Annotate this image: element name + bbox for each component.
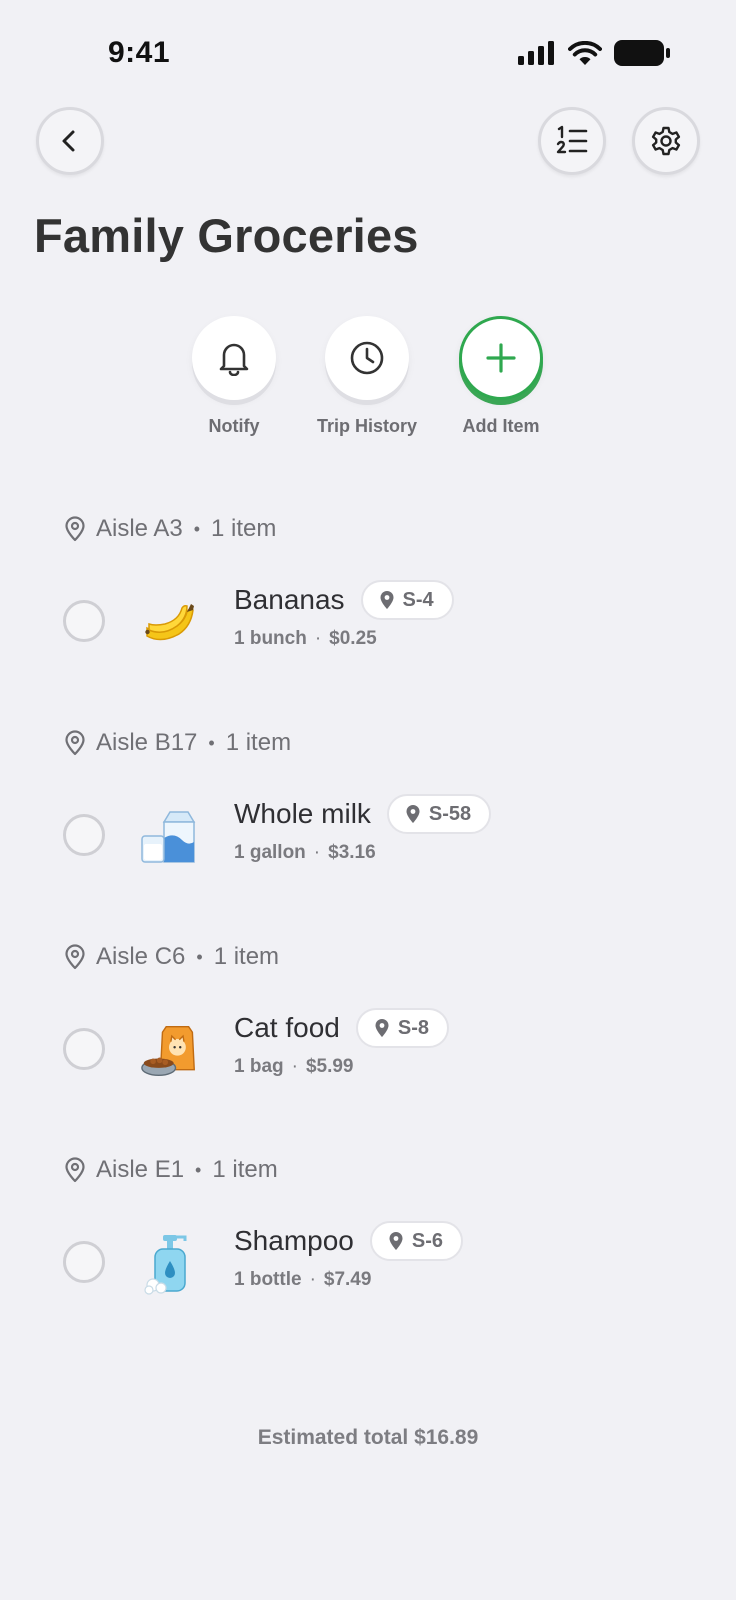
location-pin-icon <box>375 1019 389 1037</box>
list-item[interactable]: Whole milk S-58 1 gallon · $3.16 <box>0 788 736 878</box>
item-quantity: 1 bag <box>234 1056 284 1077</box>
separator-dot: • <box>195 1159 202 1180</box>
back-button[interactable] <box>36 107 104 175</box>
notify-action[interactable]: Notify <box>169 316 299 437</box>
item-checkbox[interactable] <box>63 814 105 856</box>
add-item-action[interactable]: Add Item <box>436 316 566 437</box>
clock-icon <box>350 341 384 375</box>
location-pin-icon <box>65 516 85 542</box>
shelf-label: S-6 <box>411 1229 443 1252</box>
trip-history-label: Trip History <box>316 416 418 436</box>
status-icons <box>518 40 670 66</box>
location-pin-icon <box>406 805 420 823</box>
settings-button[interactable] <box>632 107 700 175</box>
plus-icon <box>486 343 516 373</box>
separator-dot: · <box>313 842 321 863</box>
item-quantity: 1 bunch <box>234 628 307 649</box>
aisle-header: Aisle C6 • 1 item <box>64 943 279 971</box>
location-pin-icon <box>389 1232 403 1250</box>
separator-dot: • <box>208 732 215 753</box>
item-details: 1 bunch · $0.25 <box>234 628 377 650</box>
item-name-line: Cat food S-8 <box>234 1008 449 1048</box>
add-item-label: Add Item <box>462 416 540 436</box>
signal-icon <box>518 41 554 65</box>
sort-button[interactable] <box>538 107 606 175</box>
list-item[interactable]: Cat food S-8 1 bag · $5.99 <box>0 1002 736 1092</box>
separator-dot: · <box>291 1056 298 1077</box>
location-pin-icon <box>65 730 85 756</box>
gear-icon <box>651 126 681 156</box>
aisle-name: Aisle E1 <box>96 1156 185 1183</box>
item-name-line: Whole milk S-58 <box>234 794 492 834</box>
battery-icon <box>614 40 670 66</box>
shelf-chip: S-58 <box>386 794 492 834</box>
item-price: $5.99 <box>305 1056 354 1077</box>
aisle-count: 1 item <box>212 1156 278 1183</box>
cat-food-icon <box>140 1022 198 1080</box>
item-name: Cat food <box>234 1012 340 1043</box>
item-price: $7.49 <box>323 1269 372 1290</box>
aisle-name: Aisle C6 <box>96 943 186 970</box>
aisle-count: 1 item <box>225 729 292 756</box>
separator-dot: • <box>193 518 201 539</box>
item-name-line: Bananas S-4 <box>234 580 454 620</box>
numbered-list-icon <box>556 125 588 154</box>
item-name: Whole milk <box>234 798 371 829</box>
item-price: $0.25 <box>329 628 377 649</box>
shelf-chip: S-8 <box>355 1008 449 1048</box>
item-quantity: 1 gallon <box>234 842 306 863</box>
add-item-button[interactable] <box>459 316 543 400</box>
item-details: 1 gallon · $3.16 <box>234 842 376 864</box>
shelf-chip: S-6 <box>369 1221 463 1261</box>
banana-icon <box>140 594 198 652</box>
shelf-label: S-4 <box>402 588 434 611</box>
item-name: Bananas <box>234 584 345 615</box>
list-item[interactable]: Bananas S-4 1 bunch · $0.25 <box>0 574 736 664</box>
separator-dot: • <box>196 946 203 967</box>
bell-icon <box>219 343 249 376</box>
chevron-left-icon <box>62 130 75 152</box>
item-quantity: 1 bottle <box>234 1269 302 1290</box>
milk-carton-icon <box>140 808 198 866</box>
location-pin-icon <box>65 944 85 970</box>
location-pin-icon <box>380 591 394 609</box>
page-title: Family Groceries <box>34 209 419 262</box>
status-bar: 9:41 <box>0 0 736 100</box>
status-time: 9:41 <box>108 36 171 69</box>
item-checkbox[interactable] <box>63 1028 105 1070</box>
aisle-name: Aisle B17 <box>96 729 198 756</box>
notify-label: Notify <box>208 416 260 436</box>
item-name-line: Shampoo S-6 <box>234 1221 463 1261</box>
aisle-header: Aisle B17 • 1 item <box>64 729 291 757</box>
aisle-count: 1 item <box>213 943 280 970</box>
item-checkbox[interactable] <box>63 600 105 642</box>
separator-dot: · <box>314 628 322 649</box>
total-label: Estimated total <box>257 1426 409 1449</box>
notify-button[interactable] <box>192 316 276 400</box>
aisle-name: Aisle A3 <box>96 515 183 542</box>
shampoo-bottle-icon <box>140 1235 198 1295</box>
item-details: 1 bottle · $7.49 <box>234 1269 371 1291</box>
aisle-count: 1 item <box>211 515 277 542</box>
item-details: 1 bag · $5.99 <box>234 1056 354 1078</box>
aisle-header: Aisle E1 • 1 item <box>64 1156 278 1184</box>
item-name: Shampoo <box>234 1225 354 1256</box>
aisle-header: Aisle A3 • 1 item <box>64 515 276 543</box>
list-item[interactable]: Shampoo S-6 1 bottle · $7.49 <box>0 1215 736 1305</box>
separator-dot: · <box>309 1269 316 1290</box>
trip-history-button[interactable] <box>325 316 409 400</box>
shelf-label: S-58 <box>428 802 472 825</box>
total-value: $16.89 <box>414 1426 479 1449</box>
trip-history-action[interactable]: Trip History <box>302 316 432 437</box>
wifi-icon <box>568 40 602 65</box>
item-checkbox[interactable] <box>63 1241 105 1283</box>
estimated-total: Estimated total $16.89 <box>0 1426 736 1450</box>
item-price: $3.16 <box>328 842 376 863</box>
location-pin-icon <box>65 1157 85 1183</box>
shelf-chip: S-4 <box>360 580 454 620</box>
shelf-label: S-8 <box>397 1016 429 1039</box>
